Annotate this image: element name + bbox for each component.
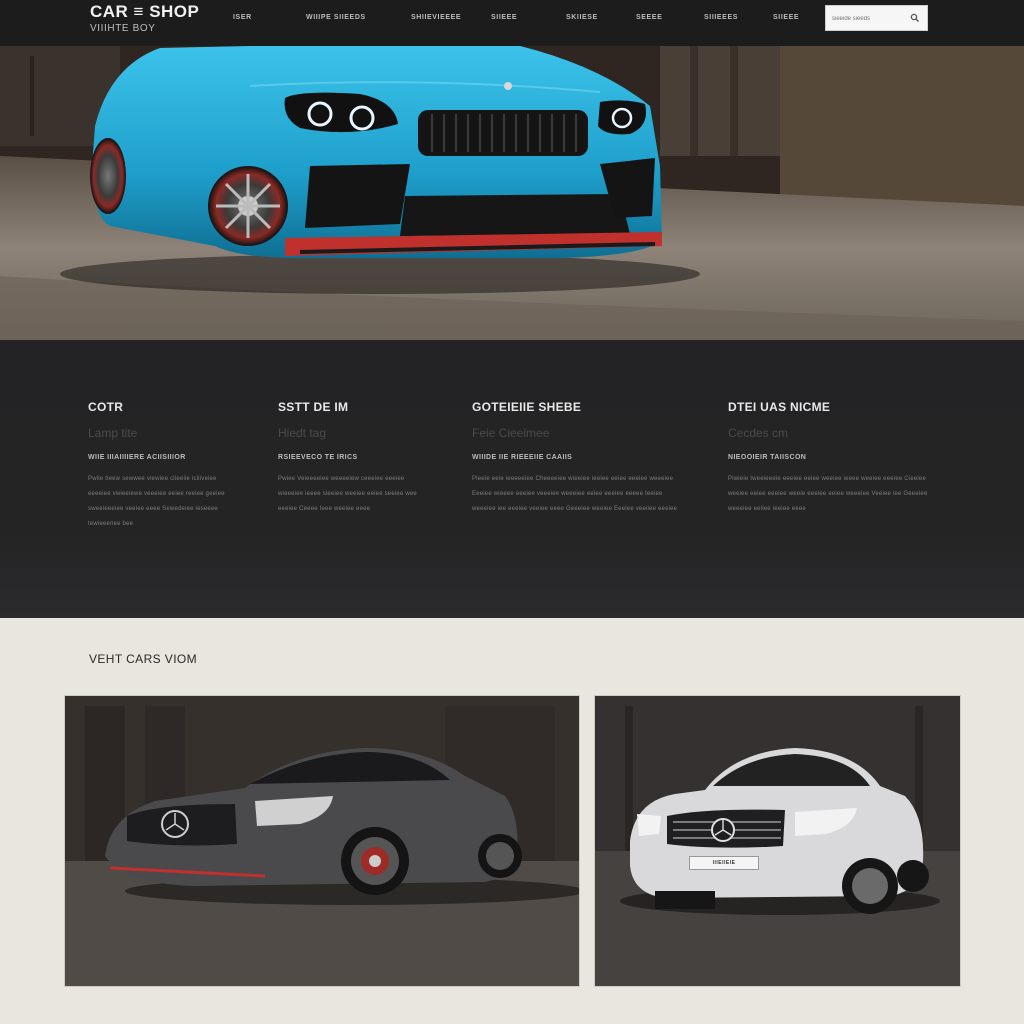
feature-subtitle: Cecdes cm (728, 426, 789, 440)
feature-subtitle: Lamp tite (88, 426, 138, 440)
feature-caption: RSIEEVECO TE IRICS (278, 454, 358, 461)
feature-body: Piwieie Iweeieeeie eeeiee eeiee weeiee i… (728, 476, 928, 512)
feature-caption: WIIE IIIAIIIIERE ACIISIIIOR (88, 454, 186, 461)
feature-title: SSTT DE IM (278, 400, 349, 414)
feature-column: COTR Lamp tite WIIE IIIAIIIIERE ACIISIII… (88, 400, 288, 532)
feature-title: GOTEIEIIE SHEBE (472, 400, 582, 414)
feature-subtitle: Hiedt tag (278, 426, 327, 440)
hero-banner (0, 46, 1024, 340)
hero-car-image (0, 46, 1024, 340)
nav-item-3[interactable]: SHIIEVIEEEE (411, 14, 461, 21)
recent-cars-heading: VEHT CARS VIOM (89, 652, 198, 666)
feature-column: SSTT DE IM Hiedt tag RSIEEVECO TE IRICS … (278, 400, 478, 517)
brand-tagline: VIIIHTE BOY (90, 23, 156, 34)
features-section: COTR Lamp tite WIIE IIIAIIIIERE ACIISIII… (0, 340, 1024, 618)
feature-subtitle: Feie Cieeimee (472, 426, 550, 440)
feature-body: Pleeie eeie ieeeeeiee Cheeeeiee wieeiee … (472, 476, 678, 512)
feature-title: COTR (88, 400, 124, 414)
nav-item-1[interactable]: ISER (233, 14, 252, 21)
car-image-silver-sedan (595, 696, 960, 986)
nav-item-6[interactable]: SEEEE (636, 14, 662, 21)
search-box (825, 5, 928, 31)
car-image-dark-coupe (65, 696, 579, 986)
nav-item-8[interactable]: SIIEEE (773, 14, 799, 21)
feature-body: Pwile tieew sewwee viewiee clieeiie icii… (88, 476, 225, 527)
top-navigation-bar: CAR ≡ SHOP VIIIHTE BOY ISER WIIIPE SIIEE… (0, 0, 1024, 47)
nav-item-2[interactable]: WIIIPE SIIEEDS (306, 14, 366, 21)
license-plate: IIIEIIEIE (689, 856, 759, 870)
feature-body: Pwiee Veieeeeiee weeeeiew ceeeiee eeeiee… (278, 476, 417, 512)
nav-item-4[interactable]: SIIEEE (491, 14, 517, 21)
brand-name: CAR ≡ SHOP (90, 2, 200, 21)
feature-column: DTEI UAS NICME Cecdes cm NIEOOIEIR TAIIS… (728, 400, 928, 517)
search-input[interactable] (832, 13, 908, 25)
car-card-silver-sedan[interactable]: IIIEIIEIE (594, 695, 961, 987)
nav-item-7[interactable]: SIIIEEES (704, 14, 738, 21)
feature-column: GOTEIEIIE SHEBE Feie Cieeimee WIIIDE IIE… (472, 400, 677, 517)
feature-caption: NIEOOIEIR TAIISCON (728, 454, 807, 461)
nav-item-5[interactable]: SKIIESE (566, 14, 598, 21)
search-icon[interactable] (908, 11, 922, 25)
brand-logo[interactable]: CAR ≡ SHOP VIIIHTE BOY (90, 2, 199, 34)
feature-caption: WIIIDE IIE RIEEEIIE CAAIIS (472, 454, 573, 461)
car-card-dark-coupe[interactable] (64, 695, 580, 987)
feature-title: DTEI UAS NICME (728, 400, 831, 414)
